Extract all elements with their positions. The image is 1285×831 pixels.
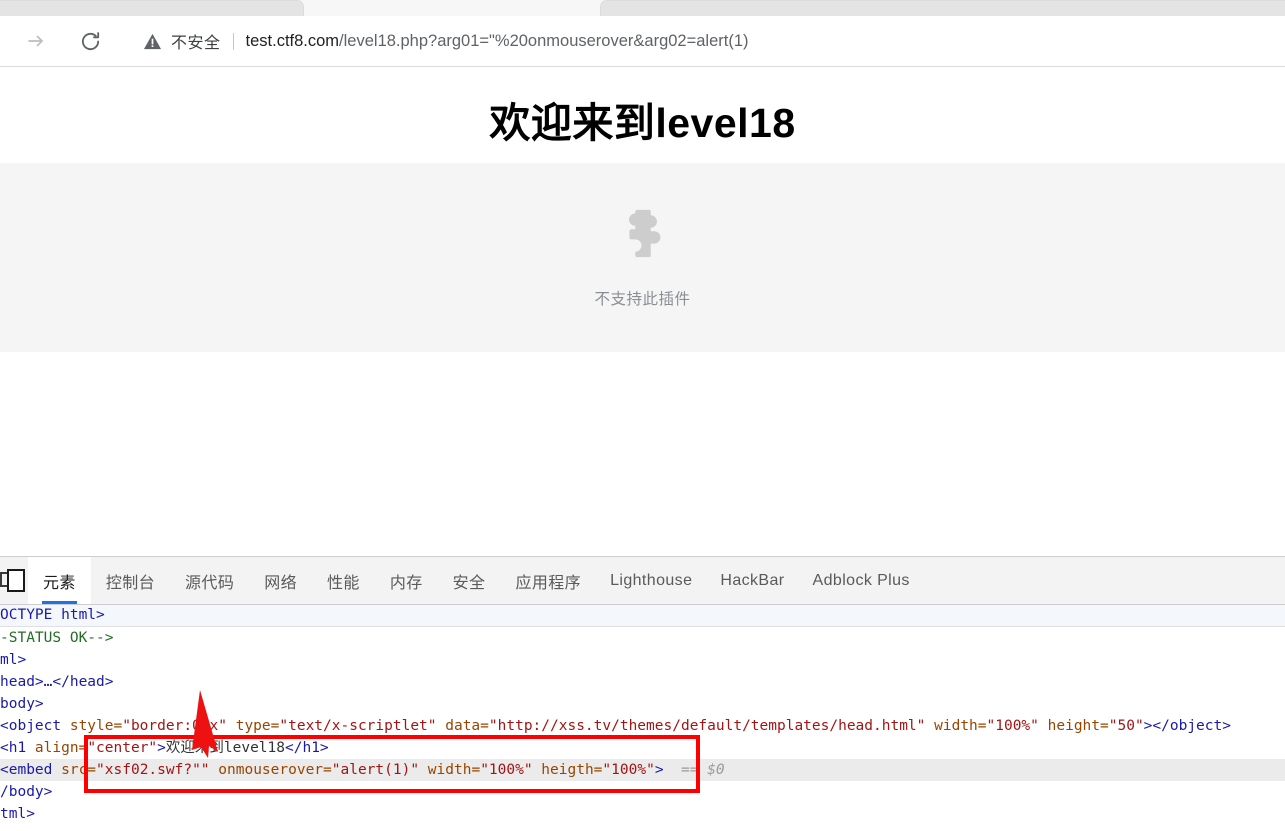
embed-attr-src: src= <box>52 762 97 778</box>
object-attr-style: style= <box>61 718 123 734</box>
url-host: test.ctf8.com <box>245 31 340 50</box>
h1-attr-align: align= <box>26 740 88 756</box>
object-close: ></object> <box>1143 718 1231 734</box>
dom-line-html[interactable]: ml> <box>0 649 1285 671</box>
tab-console-label: 控制台 <box>105 574 156 592</box>
doctype-text: OCTYPE html> <box>0 607 105 623</box>
tab-console[interactable]: 控制台 <box>91 557 170 604</box>
object-val-width: "100%" <box>986 718 1039 734</box>
tab-sources-label: 源代码 <box>185 574 235 592</box>
selected-node-marker <box>664 762 681 778</box>
h1-text: 欢迎来到level18 <box>165 740 285 756</box>
tab-hackbar[interactable]: HackBar <box>706 557 798 604</box>
object-open: <object <box>0 718 62 734</box>
plugin-placeholder[interactable]: 不支持此插件 <box>0 163 1285 352</box>
tab-application-label: 应用程序 <box>515 574 582 592</box>
tab-security[interactable]: 安全 <box>438 557 501 604</box>
puzzle-piece-icon <box>612 206 674 273</box>
head-tag-text: head>…</head> <box>0 674 114 690</box>
browser-tab-right[interactable] <box>600 0 1285 16</box>
warning-triangle-icon <box>143 32 162 51</box>
page-title: 欢迎来到level18 <box>489 100 796 146</box>
tab-performance[interactable]: 性能 <box>312 557 375 604</box>
object-val-data: "http://xss.tv/themes/default/templates/… <box>488 718 926 734</box>
embed-attr-onmouserover: onmouserover= <box>209 762 332 778</box>
selected-node-marker-text: == $0 <box>681 762 725 778</box>
forward-arrow-icon[interactable] <box>19 24 53 58</box>
object-attr-height: height= <box>1038 718 1109 734</box>
dom-line-comment[interactable]: -STATUS OK--> <box>0 627 1285 649</box>
devtools-panel: 元素 控制台 源代码 网络 性能 内存 安全 应用程序 Lighthouse H… <box>0 556 1285 831</box>
body-tag-text: body> <box>0 696 44 712</box>
browser-tabstrip <box>0 0 1285 17</box>
html-tag-text: ml> <box>0 652 27 668</box>
tab-network[interactable]: 网络 <box>249 557 312 604</box>
object-val-type: "text/x-scriptlet" <box>279 718 437 734</box>
dom-line-head[interactable]: head>…</head> <box>0 671 1285 693</box>
plugin-not-supported-label: 不支持此插件 <box>594 291 691 308</box>
h1-gt: > <box>157 740 166 756</box>
tab-application[interactable]: 应用程序 <box>500 557 596 604</box>
devtools-tabbar: 元素 控制台 源代码 网络 性能 内存 安全 应用程序 Lighthouse H… <box>0 557 1285 605</box>
embed-attr-heigth: heigth= <box>532 762 603 778</box>
embed-close: > <box>654 762 664 778</box>
tab-lighthouse[interactable]: Lighthouse <box>596 557 706 604</box>
embed-open: <embed <box>0 762 53 778</box>
dom-line-embed[interactable]: <embed src="xsf02.swf?"" onmouserover="a… <box>0 759 1285 781</box>
browser-toolbar: 不安全 test.ctf8.com/level18.php?arg01="%20… <box>0 16 1285 67</box>
dom-line-body-open[interactable]: body> <box>0 693 1285 715</box>
h1-open: <h1 <box>0 740 27 756</box>
embed-val-src: "xsf02.swf?"" <box>96 762 210 778</box>
tab-adblock-plus-label: Adblock Plus <box>812 571 910 589</box>
reload-icon[interactable] <box>73 24 107 58</box>
device-toolbar-icon[interactable] <box>0 557 28 604</box>
h1-val-align: "center" <box>87 740 158 756</box>
tab-elements-label: 元素 <box>43 574 76 592</box>
embed-val-onmouserover: "alert(1)" <box>331 762 420 778</box>
body-close-text: /body> <box>0 784 53 800</box>
embed-val-heigth: "100%" <box>602 762 655 778</box>
tab-elements[interactable]: 元素 <box>28 557 91 604</box>
html-close-text: tml> <box>0 806 35 822</box>
embed-attr-width: width= <box>419 762 481 778</box>
browser-tab-left[interactable] <box>0 0 304 16</box>
tab-network-label: 网络 <box>264 574 298 592</box>
object-attr-type: type= <box>226 718 280 734</box>
dom-line-html-close[interactable]: tml> <box>0 803 1285 825</box>
embed-val-width: "100%" <box>480 762 533 778</box>
dom-line-h1[interactable]: <h1 align="center">欢迎来到level18</h1> <box>0 737 1285 759</box>
tab-memory[interactable]: 内存 <box>375 557 438 604</box>
url-path: /level18.php?arg01="%20onmouserover&arg0… <box>339 31 749 50</box>
object-attr-data: data= <box>436 718 489 734</box>
tab-performance-label: 性能 <box>327 574 360 592</box>
url-text[interactable]: test.ctf8.com/level18.php?arg01="%20onmo… <box>246 32 749 51</box>
object-val-height: "50" <box>1108 718 1144 734</box>
security-status-text: 不安全 <box>171 35 221 52</box>
omnibox-divider <box>232 32 234 50</box>
comment-text: -STATUS OK--> <box>0 630 114 646</box>
object-val-style: "border:0px" <box>122 718 227 734</box>
page-viewport: 欢迎来到level18 不支持此插件 <box>0 67 1285 556</box>
tab-adblock-plus[interactable]: Adblock Plus <box>799 557 924 604</box>
tab-sources[interactable]: 源代码 <box>170 557 249 604</box>
object-attr-width: width= <box>925 718 987 734</box>
dom-line-body-close[interactable]: /body> <box>0 781 1285 803</box>
tab-hackbar-label: HackBar <box>720 571 785 589</box>
tab-memory-label: 内存 <box>389 574 423 592</box>
address-bar[interactable]: 不安全 test.ctf8.com/level18.php?arg01="%20… <box>129 24 1285 58</box>
h1-close: </h1> <box>285 740 329 756</box>
tab-security-label: 安全 <box>452 574 486 592</box>
dom-line-object[interactable]: <object style="border:0px" type="text/x-… <box>0 715 1285 737</box>
dom-line-doctype[interactable]: OCTYPE html> <box>0 605 1285 627</box>
dom-tree[interactable]: OCTYPE html> -STATUS OK--> ml> head>…</h… <box>0 605 1285 831</box>
tab-lighthouse-label: Lighthouse <box>610 571 693 589</box>
